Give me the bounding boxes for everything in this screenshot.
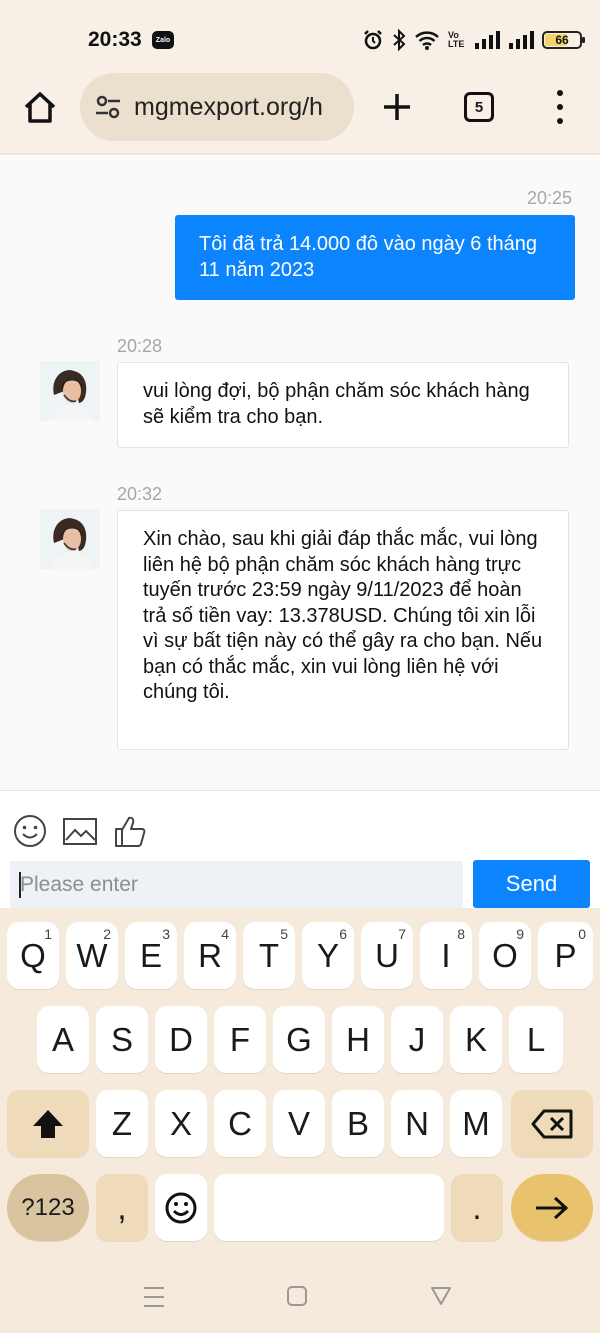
emoji-key[interactable] (155, 1174, 207, 1241)
status-time: 20:33 (88, 28, 142, 51)
thumbs-up-icon (115, 816, 146, 847)
home-button[interactable] (22, 90, 58, 126)
new-tab-button[interactable] (380, 90, 414, 124)
key-v[interactable]: V (273, 1090, 325, 1157)
key-w[interactable]: W2 (66, 922, 118, 989)
emoji-button[interactable] (12, 813, 48, 849)
emoji-keyboard-icon (165, 1192, 197, 1223)
zalo-notification-icon: Zalo (152, 31, 174, 49)
key-b[interactable]: B (332, 1090, 384, 1157)
arrow-right-icon (536, 1196, 569, 1219)
key-s[interactable]: S (96, 1006, 148, 1073)
bluetooth-icon (392, 29, 406, 51)
key-a[interactable]: A (37, 1006, 89, 1073)
text-cursor (19, 872, 21, 898)
key-x[interactable]: X (155, 1090, 207, 1157)
key-t[interactable]: T5 (243, 922, 295, 989)
battery-level: 66 (555, 33, 569, 47)
support-agent-icon (40, 361, 100, 421)
menu-dot (557, 118, 563, 124)
back-icon[interactable] (430, 1286, 452, 1306)
message-time: 20:32 (117, 484, 163, 504)
incoming-message: vui lòng đợi, bộ phận chăm sóc khách hàn… (117, 362, 569, 448)
incoming-message: Xin chào, sau khi giải đáp thắc mắc, vui… (117, 510, 569, 750)
tab-switcher-button[interactable]: 5 (464, 92, 494, 122)
alarm-icon (362, 29, 384, 51)
key-p[interactable]: P0 (538, 922, 593, 989)
support-agent-icon (40, 509, 100, 569)
agent-avatar (40, 509, 100, 569)
key-q[interactable]: Q1 (7, 922, 59, 989)
backspace-key[interactable] (511, 1090, 593, 1157)
key-c[interactable]: C (214, 1090, 266, 1157)
volte-icon: Vo LTE (448, 30, 465, 49)
menu-dot (557, 90, 563, 96)
message-time: 20:28 (117, 336, 163, 356)
send-button[interactable]: Send (473, 860, 590, 908)
shift-icon (33, 1109, 63, 1138)
key-o[interactable]: O9 (479, 922, 531, 989)
menu-dot (557, 104, 563, 110)
key-l[interactable]: L (509, 1006, 563, 1073)
key-d[interactable]: D (155, 1006, 207, 1073)
comma-key[interactable]: , (96, 1174, 148, 1241)
outgoing-message: Tôi đã trả 14.000 đô vào ngày 6 tháng 11… (175, 215, 575, 300)
key-n[interactable]: N (391, 1090, 443, 1157)
recent-apps-icon[interactable] (143, 1285, 165, 1309)
home-nav-icon[interactable] (286, 1285, 308, 1307)
plus-icon (384, 94, 410, 120)
image-button[interactable] (62, 813, 98, 849)
key-m[interactable]: M (450, 1090, 502, 1157)
battery-icon: 66 (542, 31, 585, 49)
key-g[interactable]: G (273, 1006, 325, 1073)
agent-avatar (40, 361, 100, 421)
key-z[interactable]: Z (96, 1090, 148, 1157)
home-icon (24, 92, 56, 123)
more-menu-button[interactable] (550, 90, 570, 124)
status-icons: Vo LTE 66 (362, 28, 585, 52)
message-time: 20:25 (527, 188, 573, 208)
composer: Send (0, 791, 600, 908)
period-key[interactable]: . (451, 1174, 503, 1241)
key-e[interactable]: E3 (125, 922, 177, 989)
wifi-icon (414, 29, 440, 51)
key-j[interactable]: J (391, 1006, 443, 1073)
status-bar: 20:33 Zalo Vo LTE 66 (0, 0, 600, 80)
key-f[interactable]: F (214, 1006, 266, 1073)
signal-icon-1 (474, 30, 500, 50)
chat-messages[interactable]: 20:25 Tôi đã trả 14.000 đô vào ngày 6 th… (0, 155, 600, 791)
image-icon (63, 818, 97, 845)
system-navigation-bar (0, 1262, 600, 1333)
address-bar[interactable]: mgmexport.org/h (80, 73, 354, 141)
key-i[interactable]: I8 (420, 922, 472, 989)
key-h[interactable]: H (332, 1006, 384, 1073)
signal-icon-2 (508, 30, 534, 50)
key-y[interactable]: Y6 (302, 922, 354, 989)
enter-key[interactable] (511, 1174, 593, 1241)
key-r[interactable]: R4 (184, 922, 236, 989)
space-key[interactable] (214, 1174, 444, 1241)
shift-key[interactable] (7, 1090, 89, 1157)
key-u[interactable]: U7 (361, 922, 413, 989)
site-settings-icon[interactable] (94, 93, 122, 121)
url-text[interactable]: mgmexport.org/h (134, 93, 323, 122)
browser-toolbar: mgmexport.org/h 5 (0, 73, 600, 154)
key-k[interactable]: K (450, 1006, 502, 1073)
thumbs-up-button[interactable] (112, 813, 148, 849)
message-input[interactable] (10, 861, 463, 908)
backspace-icon (531, 1109, 573, 1138)
symbols-key[interactable]: ?123 (7, 1174, 89, 1241)
emoji-icon (14, 815, 46, 847)
